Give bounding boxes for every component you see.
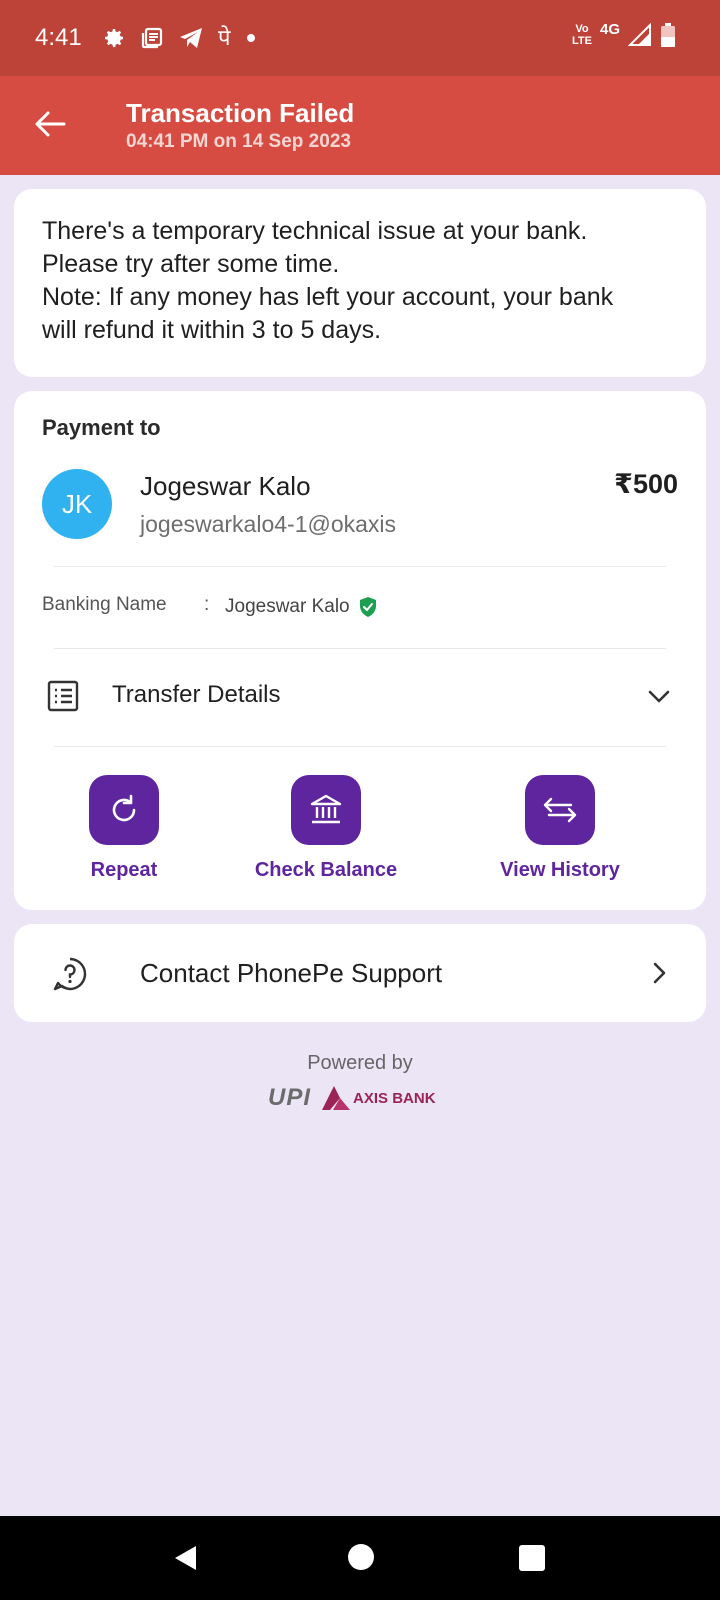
phonepe-icon: पे — [218, 25, 231, 50]
check-balance-label: Check Balance — [254, 859, 398, 881]
payment-to-label: Payment to — [42, 415, 161, 440]
check-balance-button[interactable]: Check Balance — [246, 775, 406, 882]
chevron-down-icon — [648, 690, 670, 703]
swap-arrows-icon[interactable] — [525, 775, 595, 845]
nav-back-icon[interactable] — [172, 1544, 200, 1572]
refresh-icon[interactable] — [89, 775, 159, 845]
chevron-right-icon — [653, 962, 666, 984]
verified-shield-icon — [359, 597, 376, 617]
transaction-timestamp: 04:41 PM on 14 Sep 2023 — [126, 131, 351, 152]
error-message-card: There's a temporary technical issue at y… — [14, 189, 706, 377]
contact-support-label: Contact PhonePe Support — [140, 958, 443, 988]
status-bar: 4:41 पे Vo LTE 4G — [0, 0, 720, 76]
status-time: 4:41 — [35, 24, 82, 51]
banking-name-colon: : — [204, 594, 210, 615]
banking-name-label: Banking Name — [42, 594, 167, 615]
repeat-label: Repeat — [90, 859, 158, 881]
page-title: Transaction Failed — [126, 98, 355, 128]
nav-home-icon[interactable] — [348, 1544, 374, 1570]
gear-icon — [105, 29, 123, 48]
divider — [54, 746, 666, 747]
payee-upi-id: jogeswarkalo4-1@okaxis — [140, 511, 397, 537]
news-icon — [141, 27, 163, 49]
dot-icon — [246, 34, 255, 42]
divider — [54, 566, 666, 567]
view-history-button[interactable]: View History — [480, 775, 640, 882]
powered-by-label: Powered by — [307, 1052, 413, 1074]
telegram-icon — [180, 28, 202, 48]
nav-recents-icon[interactable] — [519, 1545, 545, 1571]
bank-icon[interactable] — [291, 775, 361, 845]
back-arrow-icon[interactable] — [30, 104, 70, 144]
partner-logos: UPI AXIS BANK — [268, 1084, 436, 1112]
banking-name-value: Jogeswar Kalo — [225, 596, 378, 618]
battery-icon — [661, 23, 675, 47]
signal-icon — [628, 23, 651, 46]
volte-indicator: Vo LTE — [572, 23, 592, 47]
view-history-label: View History — [500, 859, 620, 881]
network-type: 4G — [599, 20, 620, 38]
avatar: JK — [42, 469, 112, 539]
payee-name: Jogeswar Kalo — [140, 471, 311, 501]
transfer-details-label: Transfer Details — [112, 681, 281, 708]
repeat-button[interactable]: Repeat — [44, 775, 204, 882]
system-navigation-bar — [0, 1516, 720, 1600]
transfer-details-toggle[interactable]: Transfer Details — [14, 649, 706, 743]
axis-bank-logo: AXIS BANK — [321, 1085, 436, 1111]
error-message: There's a temporary technical issue at y… — [42, 217, 614, 344]
payment-details-card: Payment to JK Jogeswar Kalo jogeswarkalo… — [14, 391, 706, 910]
upi-logo: UPI — [268, 1084, 312, 1111]
status-system-icons: Vo LTE 4G — [572, 20, 676, 48]
axis-bank-logo-mark — [322, 1086, 351, 1110]
help-question-icon — [53, 957, 87, 991]
status-notification-icons: पे — [102, 24, 257, 52]
contact-support-button[interactable]: Contact PhonePe Support — [14, 924, 706, 1022]
app-header: Transaction Failed 04:41 PM on 14 Sep 20… — [0, 76, 720, 175]
receipt-list-icon — [47, 680, 79, 712]
amount: ₹500 — [614, 469, 678, 499]
